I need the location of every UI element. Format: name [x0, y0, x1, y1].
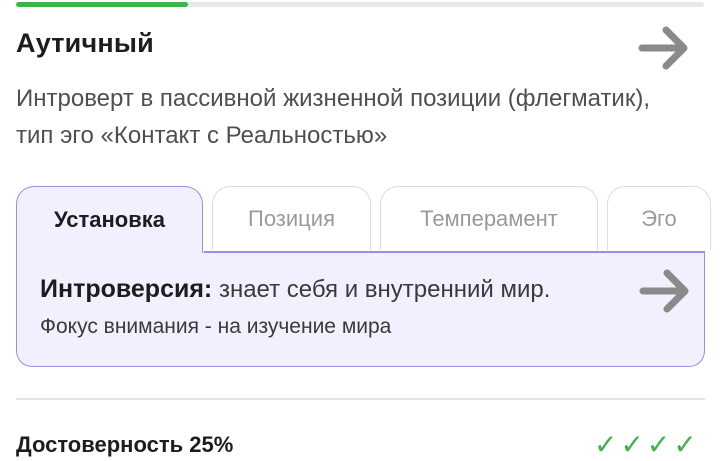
arrow-right-icon[interactable]	[639, 267, 693, 315]
arrow-right-icon[interactable]	[638, 24, 692, 72]
panel-definition: Интроверсия: знает себя и внутренний мир…	[40, 275, 550, 304]
tab-temperament[interactable]: Темперамент	[380, 186, 598, 250]
tab-ego[interactable]: Эго	[607, 186, 711, 250]
tabs-bar: Установка Позиция Темперамент Эго	[16, 186, 720, 253]
panel-subtext: Фокус внимания - на изучение мира	[40, 315, 392, 338]
check-icons: ✓✓✓✓	[594, 429, 700, 460]
type-title: Аутичный	[16, 28, 154, 58]
panel-border	[204, 251, 704, 253]
tab-panel: Интроверсия: знает себя и внутренний мир…	[16, 251, 705, 367]
tab-pozitsiya[interactable]: Позиция	[212, 186, 371, 250]
panel-text: знает себя и внутренний мир.	[218, 276, 551, 303]
divider	[16, 398, 705, 400]
progress-bar-fill	[16, 2, 188, 7]
progress-bar	[16, 2, 704, 7]
type-description: Интроверт в пассивной жизненной позиции …	[16, 85, 650, 149]
reliability-label: Достоверность 25%	[16, 432, 234, 457]
panel-term: Интроверсия:	[40, 275, 213, 303]
tab-ustanovka[interactable]: Установка	[16, 186, 203, 253]
